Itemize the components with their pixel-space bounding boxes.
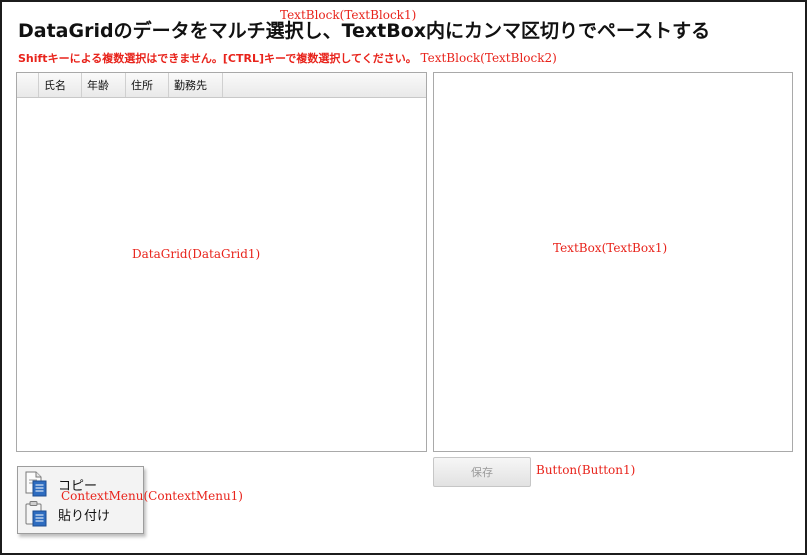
grid-body[interactable] (17, 97, 426, 451)
datagrid-annotation: DataGrid(DataGrid1) (132, 247, 261, 261)
textbox-annotation: TextBox(TextBox1) (553, 241, 668, 255)
copy-icon (21, 469, 51, 499)
main-window: DataGridのデータをマルチ選択し、TextBox内にカンマ区切りでペースト… (0, 0, 807, 555)
button-annotation: Button(Button1) (536, 463, 636, 477)
context-menu-paste[interactable]: 貼り付け (21, 499, 141, 529)
save-button-label: 保存 (471, 466, 493, 479)
paste-label: 貼り付け (58, 508, 111, 524)
column-header-name[interactable]: 氏名 (39, 73, 82, 97)
grid-header: 氏名 年齢 住所 勤務先 (17, 73, 426, 98)
data-grid[interactable]: 氏名 年齢 住所 勤務先 DataGrid(DataGrid1) (16, 72, 427, 452)
column-header-address[interactable]: 住所 (126, 73, 169, 97)
save-button[interactable]: 保存 (433, 457, 531, 487)
grid-select-all-cell[interactable] (17, 73, 39, 97)
instruction-label: Shiftキーによる複数選択はできません。[CTRL]キーで複数選択してください… (18, 52, 417, 65)
instruction-text: Shiftキーによる複数選択はできません。[CTRL]キーで複数選択してください… (18, 50, 557, 66)
column-header-workplace[interactable]: 勤務先 (169, 73, 223, 97)
column-header-age[interactable]: 年齢 (82, 73, 126, 97)
textblock1-annotation: TextBlock(TextBlock1) (280, 8, 417, 22)
textbox-value (434, 73, 792, 81)
textblock2-annotation: TextBlock(TextBlock2) (420, 51, 557, 65)
paste-textbox[interactable]: TextBox(TextBox1) (433, 72, 793, 452)
paste-icon (21, 499, 51, 529)
contextmenu-annotation: ContextMenu(ContextMenu1) (61, 489, 243, 503)
